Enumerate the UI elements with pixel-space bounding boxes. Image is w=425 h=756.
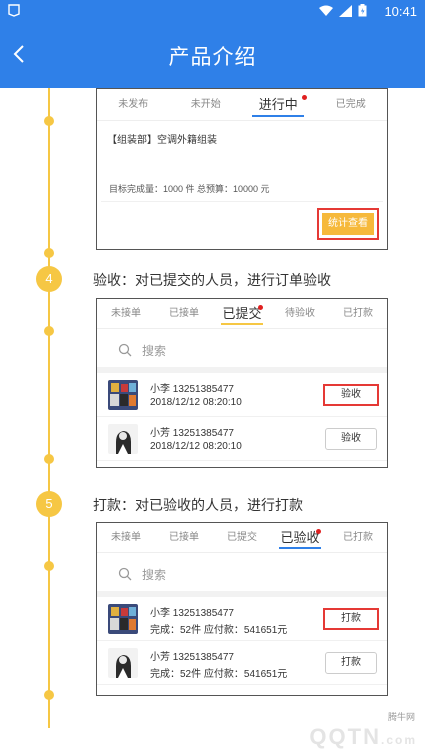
stat-view-button[interactable]: 统计查看 xyxy=(322,213,374,235)
red-dot-badge xyxy=(301,95,307,100)
tab-unaccepted[interactable]: 未接单 xyxy=(97,523,155,552)
timeline-dot xyxy=(44,454,54,464)
watermark-logo: QQTN.com xyxy=(309,724,417,750)
tab-label: 已打款 xyxy=(343,532,373,543)
tab-completed[interactable]: 已完成 xyxy=(315,89,388,120)
tab-label: 未接单 xyxy=(111,308,141,319)
tab-label: 未接单 xyxy=(111,532,141,543)
tab-label: 进行中 xyxy=(258,97,298,112)
tab-underline xyxy=(252,115,305,117)
tab-label: 未发布 xyxy=(118,99,149,110)
tab-underline xyxy=(279,547,321,549)
search-placeholder: 搜索 xyxy=(142,344,167,358)
tab-label: 已完成 xyxy=(335,99,366,110)
avatar xyxy=(108,604,138,634)
pay-button[interactable]: 打款 xyxy=(325,652,377,674)
search-bar[interactable]: 搜索 xyxy=(97,553,387,597)
payment-info: 完成：52件 应付款：541651元 xyxy=(150,669,288,680)
timeline-dot xyxy=(44,326,54,336)
divider xyxy=(101,201,383,202)
timeline-dot xyxy=(44,248,54,258)
pay-button[interactable]: 打款 xyxy=(323,608,379,630)
avatar xyxy=(108,424,138,454)
payment-info: 完成：52件 应付款：541651元 xyxy=(150,625,288,636)
wifi-icon xyxy=(319,5,333,16)
battery-icon xyxy=(358,4,367,17)
list-item: 小芳 13251385477 完成：52件 应付款：541651元 打款 xyxy=(97,641,387,685)
payment-screenshot: 未接单 已接单 已提交 已验收 已打款 搜索 小李 13251385477 完成… xyxy=(96,522,388,696)
tab-label: 未开始 xyxy=(190,99,221,110)
tab-label: 待验收 xyxy=(285,308,315,319)
notification-icon xyxy=(8,4,20,17)
timeline-dot xyxy=(44,116,54,126)
order-info: 目标完成量：1000 件 总预算：10000 元 xyxy=(109,184,270,194)
tab-accepted-order[interactable]: 已接单 xyxy=(155,523,213,552)
tab-bar: 未接单 已接单 已提交 待验收 已打款 xyxy=(97,299,387,329)
progress-screenshot: 未发布 未开始 进行中 已完成 【组装部】空调外籍组装 目标完成量：1000 件… xyxy=(96,88,388,250)
status-bar: 10:41 xyxy=(0,0,425,22)
watermark: 腾牛网 QQTN.com xyxy=(249,710,419,750)
tab-paid[interactable]: 已打款 xyxy=(329,299,387,328)
avatar-image xyxy=(108,424,138,454)
tab-label: 已提交 xyxy=(227,532,257,543)
list-item: 小李 13251385477 2018/12/12 08:20:10 验收 xyxy=(97,373,387,417)
timeline-dot xyxy=(44,690,54,700)
worker-name-phone: 小芳 13251385477 xyxy=(150,652,234,663)
step-5-title: 打款：对已验收的人员，进行打款 xyxy=(93,497,303,513)
tab-unpublished[interactable]: 未发布 xyxy=(97,89,170,120)
search-icon xyxy=(118,567,132,581)
nav-bar: 产品介绍 xyxy=(0,22,425,88)
signal-icon xyxy=(339,4,352,17)
avatar-image xyxy=(108,604,138,634)
tab-not-started[interactable]: 未开始 xyxy=(170,89,243,120)
timeline-dot xyxy=(44,561,54,571)
watermark-cn: 腾牛网 xyxy=(387,712,415,722)
avatar-image xyxy=(108,380,138,410)
tab-pending-review[interactable]: 待验收 xyxy=(271,299,329,328)
tab-submitted[interactable]: 已提交 xyxy=(213,523,271,552)
tab-bar: 未发布 未开始 进行中 已完成 xyxy=(97,89,387,121)
tab-label: 已验收 xyxy=(280,530,320,545)
accept-button[interactable]: 验收 xyxy=(323,384,379,406)
red-dot-badge xyxy=(258,305,263,310)
search-icon xyxy=(118,343,132,357)
tab-label: 已打款 xyxy=(343,308,373,319)
tab-in-progress[interactable]: 进行中 xyxy=(242,89,315,120)
red-dot-badge xyxy=(316,529,321,534)
tab-underline xyxy=(221,323,263,325)
avatar-image xyxy=(108,648,138,678)
tab-unaccepted[interactable]: 未接单 xyxy=(97,299,155,328)
order-name: 【组装部】空调外籍组装 xyxy=(107,135,217,146)
status-time: 10:41 xyxy=(384,4,417,19)
tab-accepted-order[interactable]: 已接单 xyxy=(155,299,213,328)
search-bar[interactable]: 搜索 xyxy=(97,329,387,373)
step-number-4: 4 xyxy=(36,266,62,292)
page-title: 产品介绍 xyxy=(168,46,257,69)
highlight-box: 统计查看 xyxy=(317,208,379,240)
avatar xyxy=(108,380,138,410)
avatar xyxy=(108,648,138,678)
timeline-line xyxy=(48,88,50,728)
tab-reviewed[interactable]: 已验收 xyxy=(271,523,329,552)
search-placeholder: 搜索 xyxy=(142,568,167,582)
watermark-en: QQTN xyxy=(309,724,381,749)
submit-time: 2018/12/12 08:20:10 xyxy=(150,441,242,452)
worker-name-phone: 小李 13251385477 xyxy=(150,384,234,395)
tab-bar: 未接单 已接单 已提交 已验收 已打款 xyxy=(97,523,387,553)
list-item: 小芳 13251385477 2018/12/12 08:20:10 验收 xyxy=(97,417,387,461)
tab-submitted[interactable]: 已提交 xyxy=(213,299,271,328)
tab-label: 已接单 xyxy=(169,532,199,543)
acceptance-screenshot: 未接单 已接单 已提交 待验收 已打款 搜索 小李 13251385477 20… xyxy=(96,298,388,468)
list-item: 小李 13251385477 完成：52件 应付款：541651元 打款 xyxy=(97,597,387,641)
tab-label: 已接单 xyxy=(169,308,199,319)
worker-name-phone: 小李 13251385477 xyxy=(150,608,234,619)
accept-button[interactable]: 验收 xyxy=(325,428,377,450)
tab-label: 已提交 xyxy=(222,306,262,321)
submit-time: 2018/12/12 08:20:10 xyxy=(150,397,242,408)
tab-paid[interactable]: 已打款 xyxy=(329,523,387,552)
watermark-suffix: .com xyxy=(380,733,417,747)
worker-name-phone: 小芳 13251385477 xyxy=(150,428,234,439)
step-4-title: 验收：对已提交的人员，进行订单验收 xyxy=(93,272,331,288)
step-number-5: 5 xyxy=(36,491,62,517)
